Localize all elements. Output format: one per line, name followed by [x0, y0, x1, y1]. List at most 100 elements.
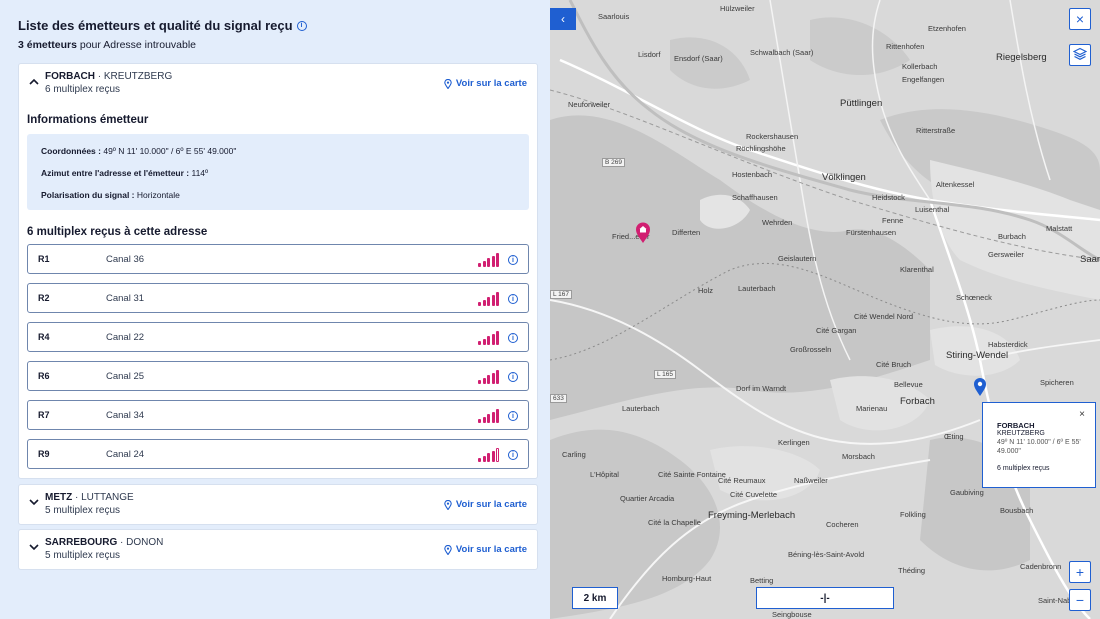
location-pin-icon — [444, 78, 452, 89]
map-cursor-indicator: -|- — [756, 587, 894, 609]
map-label: Cité Wendel Nord — [854, 312, 914, 321]
collapse-panel-button[interactable]: ‹ — [550, 8, 576, 30]
info-icon[interactable]: i — [296, 20, 307, 31]
signal-bar — [482, 377, 486, 384]
map-label: Spicheren — [1040, 378, 1074, 387]
see-on-map-link[interactable]: Voir sur la carte — [444, 499, 527, 510]
map-label: Riegelsberg — [996, 52, 1047, 63]
chevron-down-icon[interactable] — [29, 544, 45, 551]
signal-bar — [496, 331, 499, 345]
close-map-button[interactable]: × — [1069, 8, 1091, 30]
signal-bar — [482, 416, 486, 423]
map-label: L'Hôpital — [590, 470, 619, 479]
signal-strength-icon — [478, 370, 500, 384]
map-label: Folkling — [900, 510, 926, 519]
multiplex-id: R4 — [38, 332, 50, 342]
map-label: Betting — [750, 576, 774, 585]
signal-bar — [491, 333, 495, 345]
map-label: Burbach — [998, 232, 1026, 241]
popup-coordinates: 49º N 11' 10.000" / 6º E 55' 49.000" — [997, 439, 1081, 456]
chevron-down-icon[interactable] — [29, 499, 45, 506]
transmitter-header[interactable]: FORBACH · KREUTZBERG 6 multiplex reçus V… — [19, 64, 537, 104]
transmitter-name: FORBACH · KREUTZBERG — [45, 71, 173, 82]
map-label: Püttlingen — [840, 98, 883, 109]
map-label: Naßweiler — [794, 476, 828, 485]
road-label: 633 — [550, 394, 567, 403]
map-label: Ritterstraße — [916, 126, 956, 135]
multiplex-channel: Canal 34 — [106, 409, 145, 421]
road-label: B 269 — [602, 158, 625, 167]
map-label: Habsterdick — [988, 340, 1028, 349]
zoom-out-button[interactable]: − — [1069, 589, 1091, 611]
map-label: Saarlouis — [598, 12, 630, 21]
info-icon[interactable]: i — [508, 411, 518, 421]
map-label: Dorf im Warndt — [736, 384, 787, 393]
info-icon[interactable]: i — [508, 255, 518, 265]
map-label: Lisdorf — [638, 50, 661, 59]
map-label: Seingbouse — [772, 610, 812, 619]
signal-bar — [482, 299, 486, 306]
signal-strength-icon — [478, 253, 500, 267]
signal-bar — [482, 455, 486, 462]
map-label: Lauterbach — [738, 284, 776, 293]
map-label: Cocheren — [826, 520, 859, 529]
map-label: Saar — [1080, 254, 1100, 265]
map-label: Schaffhausen — [732, 193, 778, 202]
map-label: Hostenbach — [732, 170, 773, 179]
map-label: Cité Cuvelette — [730, 490, 778, 499]
azimuth-line: Azimut entre l'adresse et l'émetteur : 1… — [41, 168, 209, 178]
transmitter-mux-count: 5 multiplex reçus — [45, 550, 121, 561]
layers-button[interactable] — [1069, 44, 1091, 66]
map-label: Cité Gargan — [816, 326, 857, 335]
map-label: Malstatt — [1046, 224, 1073, 233]
coordinates-line: Coordonnées : 49º N 11' 10.000" / 6º E 5… — [41, 146, 237, 156]
map-view[interactable]: Saarlouis Hülzweiler Etzenhofen Rittenho… — [550, 0, 1100, 619]
transmitter-marker-icon[interactable] — [973, 377, 987, 402]
transmitter-count: 3 émetteurs pour Adresse introuvable — [18, 39, 197, 51]
multiplex-id: R2 — [38, 293, 50, 303]
multiplex-row[interactable]: R4 Canal 22 i — [27, 322, 529, 352]
zoom-in-button[interactable]: + — [1069, 561, 1091, 583]
chevron-up-icon[interactable] — [29, 78, 45, 85]
map-label: Carling — [562, 450, 586, 459]
see-on-map-link[interactable]: Voir sur la carte — [444, 78, 527, 89]
multiplex-channel: Canal 36 — [106, 253, 145, 265]
transmitter-info-box: Coordonnées : 49º N 11' 10.000" / 6º E 5… — [27, 134, 529, 210]
info-icon[interactable]: i — [508, 333, 518, 343]
address-marker-icon[interactable] — [635, 222, 651, 249]
transmitter-header[interactable]: SARREBOURG · DONON 5 multiplex reçus Voi… — [19, 530, 537, 570]
map-label: Cadenbronn — [1020, 562, 1062, 571]
signal-bar — [496, 448, 499, 462]
map-label: Schœneck — [956, 293, 992, 302]
signal-strength-icon — [478, 409, 500, 423]
map-label: Hülzweiler — [720, 4, 755, 13]
signal-bar — [491, 411, 495, 423]
multiplex-channel: Canal 31 — [106, 292, 145, 304]
transmitter-header[interactable]: METZ · LUTTANGE 5 multiplex reçus Voir s… — [19, 485, 537, 525]
info-icon[interactable]: i — [508, 294, 518, 304]
map-label: Völklingen — [822, 172, 866, 183]
signal-bar — [482, 338, 486, 345]
see-on-map-link[interactable]: Voir sur la carte — [444, 544, 527, 555]
multiplex-row[interactable]: R7 Canal 34 i — [27, 400, 529, 430]
signal-bar — [496, 292, 499, 306]
info-icon[interactable]: i — [508, 450, 518, 460]
map-label: Schwalbach (Saar) — [750, 48, 814, 57]
map-label: Cité la Chapelle — [648, 518, 701, 527]
map-label: Rittenhofen — [886, 42, 925, 51]
multiplex-row[interactable]: R2 Canal 31 i — [27, 283, 529, 313]
map-label: Œting — [944, 432, 964, 441]
multiplex-row[interactable]: R6 Canal 25 i — [27, 361, 529, 391]
map-label: Luisenthal — [915, 205, 950, 214]
multiplex-list: R1 Canal 36 i R2 Canal 31 i R4 Canal 22 i R6 Canal… — [19, 244, 537, 469]
map-label: Théding — [898, 566, 926, 575]
multiplex-row[interactable]: R1 Canal 36 i — [27, 244, 529, 274]
map-label: Cité Bruch — [876, 360, 912, 369]
popup-close-button[interactable]: × — [1079, 409, 1085, 420]
location-pin-icon — [444, 544, 452, 555]
multiplex-channel: Canal 22 — [106, 331, 145, 343]
map-label: Geislautern — [778, 254, 817, 263]
info-icon[interactable]: i — [508, 372, 518, 382]
signal-bar — [482, 260, 486, 267]
multiplex-row[interactable]: R9 Canal 24 i — [27, 439, 529, 469]
